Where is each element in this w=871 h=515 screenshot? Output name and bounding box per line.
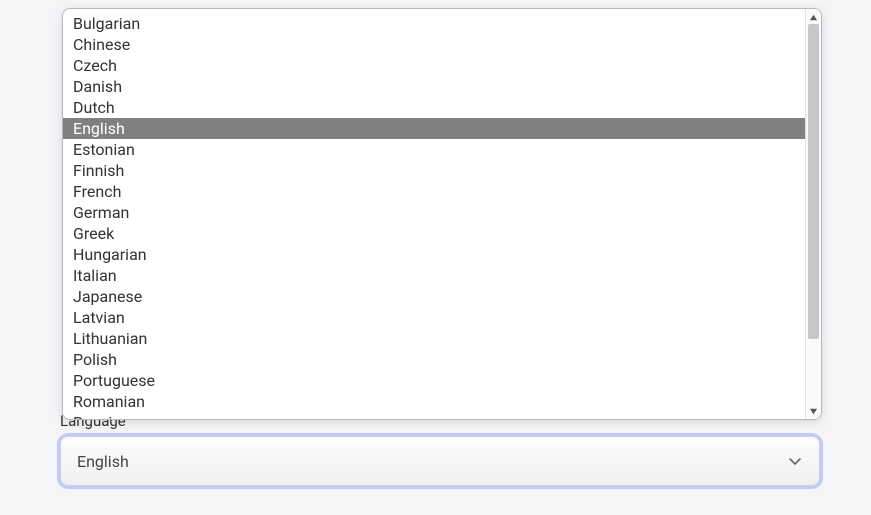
scrollbar[interactable]: [805, 9, 821, 419]
language-listbox[interactable]: BulgarianChineseCzechDanishDutchEnglishE…: [63, 9, 805, 419]
language-option[interactable]: German: [63, 202, 805, 223]
scroll-track[interactable]: [806, 24, 821, 404]
language-option[interactable]: Romanian: [63, 391, 805, 412]
language-option[interactable]: Italian: [63, 265, 805, 286]
language-option[interactable]: Japanese: [63, 286, 805, 307]
language-select[interactable]: English: [60, 436, 820, 486]
language-option[interactable]: Bulgarian: [63, 13, 805, 34]
language-select-value: English: [77, 452, 787, 471]
chevron-down-icon: [787, 453, 803, 469]
language-option[interactable]: Polish: [63, 349, 805, 370]
scroll-thumb[interactable]: [808, 24, 819, 339]
scroll-down-arrow[interactable]: [807, 404, 821, 418]
language-option[interactable]: Portuguese: [63, 370, 805, 391]
language-option[interactable]: Greek: [63, 223, 805, 244]
language-option[interactable]: Lithuanian: [63, 328, 805, 349]
scroll-up-arrow[interactable]: [807, 10, 821, 24]
language-option[interactable]: Dutch: [63, 97, 805, 118]
language-option[interactable]: Chinese: [63, 34, 805, 55]
language-option[interactable]: Latvian: [63, 307, 805, 328]
language-dropdown[interactable]: BulgarianChineseCzechDanishDutchEnglishE…: [62, 8, 822, 420]
language-option[interactable]: Czech: [63, 55, 805, 76]
language-option[interactable]: Danish: [63, 76, 805, 97]
language-option[interactable]: English: [63, 118, 805, 139]
language-option[interactable]: French: [63, 181, 805, 202]
language-option[interactable]: Finnish: [63, 160, 805, 181]
language-option[interactable]: Estonian: [63, 139, 805, 160]
language-option[interactable]: Hungarian: [63, 244, 805, 265]
language-option[interactable]: Russian: [63, 412, 805, 419]
